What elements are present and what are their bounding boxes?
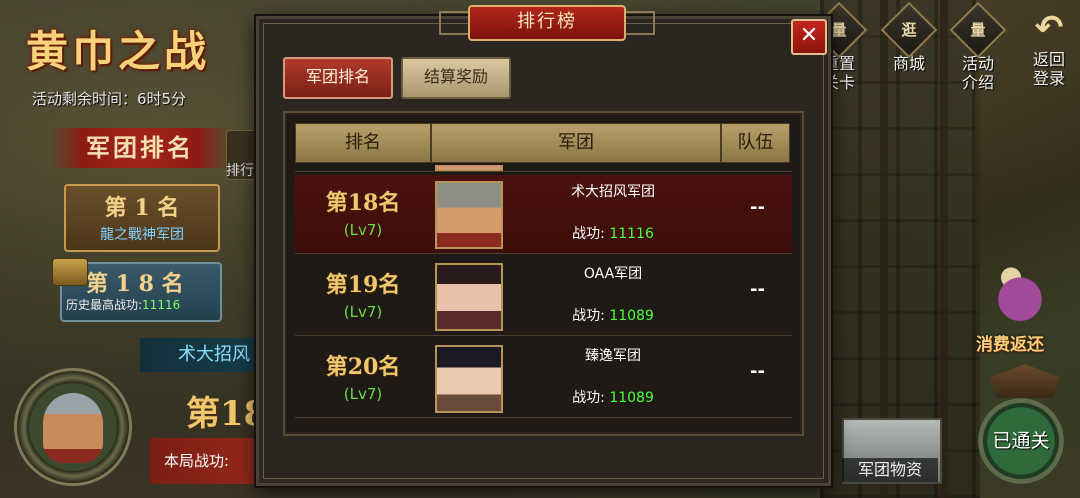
table-row-partial [295,165,792,172]
history-best-value: 11116 [142,298,181,312]
legion-supplies-label[interactable]: 军团物资 [842,458,938,482]
event-time-remaining: 活动剩余时间：6时5分 [32,90,187,108]
row-team: -- [750,197,765,218]
treasure-chest-icon [52,258,88,286]
row-battle-merit: 战功: 11089 [572,390,654,406]
back-arrow-icon: ↶ [1034,8,1064,48]
my-rank: 第 1 8 名 [86,271,184,297]
table-row[interactable]: 第20名 (Lv7) 臻逸军团 战功: 11089 -- [295,339,792,418]
row-team: -- [750,279,765,300]
event-title: 黄巾之战 [26,27,211,76]
row-level: (Lv7) [343,303,383,321]
column-header-team: 队伍 [721,123,790,163]
tab-legion-ranking[interactable]: 军团排名 [283,57,393,99]
row-rank: 第19名 [325,272,401,298]
row-level: (Lv7) [343,385,383,403]
leaderboard-button-label: 排行 [226,163,254,179]
back-to-login-label: 返回 登录 [1032,50,1065,88]
modal-title: 排行榜 [468,5,626,41]
tab-settlement-rewards[interactable]: 结算奖励 [401,57,511,99]
legion-leader-avatar [435,345,503,413]
commander-portrait[interactable] [14,368,132,486]
legion-leader-avatar [435,181,503,249]
row-battle-merit: 战功: 11116 [572,226,654,242]
history-best: 历史最高战功:11116 [66,298,181,312]
first-place-rank: 第 1 名 [104,195,180,221]
row-battle-merit-value: 11116 [609,226,654,242]
title-ornament-right [621,11,655,35]
ranking-table: 排名 军团 队伍 第18名 (Lv7) 术大招风军团 战功: 11116 -- … [283,111,804,436]
close-button[interactable]: ✕ [791,19,827,55]
gift-bag-icon[interactable] [990,262,1050,324]
shop-icon: 逛 [880,1,938,59]
column-header-legion: 军团 [431,123,721,163]
back-to-login-button[interactable]: ↶ 返回 登录 [1022,10,1076,88]
row-rank: 第20名 [325,354,401,380]
legion-leader-avatar [435,263,503,331]
table-row[interactable]: 第18名 (Lv7) 术大招风军团 战功: 11116 -- [295,175,792,254]
row-team: -- [750,361,765,382]
activity-intro-icon: 量 [949,1,1007,59]
row-legion-name: 臻逸军团 [585,348,641,364]
first-place-card[interactable]: 第 1 名 龍之戰神军团 [64,184,220,252]
avatar-partial [435,165,503,171]
shop-button[interactable]: 逛 商城 [880,1,938,73]
table-row[interactable]: 第19名 (Lv7) OAA军团 战功: 11089 -- [295,257,792,336]
legion-ranking-ribbon: 军团排名 [50,128,230,168]
ranking-list[interactable]: 第18名 (Lv7) 术大招风军团 战功: 11116 -- 第19名 (Lv7… [295,165,792,423]
commander-face-image [43,393,103,463]
consume-rebate-label[interactable]: 消费返还 [976,330,1044,355]
column-header-rank: 排名 [295,123,431,163]
first-place-legion: 龍之戰神军团 [100,227,184,243]
row-legion-name: OAA军团 [583,266,643,282]
row-battle-merit-value: 11089 [609,308,654,324]
activity-intro-label: 活动 介绍 [961,54,994,92]
row-battle-merit: 战功: 11089 [572,308,654,324]
leaderboard-modal: 排行榜 ✕ 军团排名 结算奖励 排名 军团 队伍 第18名 (Lv7) 术大招风… [256,5,831,486]
row-rank: 第18名 [325,190,401,216]
row-legion-name: 术大招风军团 [571,184,655,200]
cleared-button[interactable]: 已通关 [978,398,1064,484]
activity-intro-button[interactable]: 量 活动 介绍 [949,1,1007,92]
row-battle-merit-value: 11089 [609,390,654,406]
row-level: (Lv7) [343,221,383,239]
